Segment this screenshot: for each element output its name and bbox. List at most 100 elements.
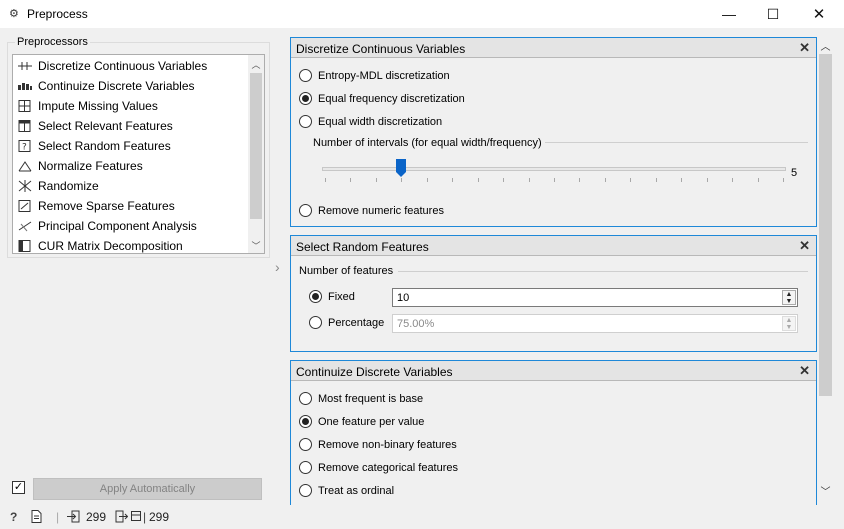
- apply-automatically-checkbox[interactable]: ✓: [12, 481, 25, 494]
- radio-equal-width[interactable]: Equal width discretization: [299, 115, 442, 128]
- normalize-icon: [18, 160, 32, 172]
- radio-remove-categorical[interactable]: Remove categorical features: [299, 461, 458, 474]
- impute-icon: [18, 100, 32, 112]
- radio-fixed[interactable]: Fixed: [309, 290, 355, 303]
- scroll-up-icon[interactable]: ︿: [817, 37, 834, 53]
- preprocessors-group-title: Preprocessors: [15, 36, 90, 48]
- radio-indicator[interactable]: [299, 392, 312, 405]
- remove-sparse-icon: [18, 200, 32, 212]
- radio-indicator[interactable]: [299, 415, 312, 428]
- pca-icon: [18, 220, 32, 232]
- cur-icon: [18, 240, 32, 252]
- scroll-thumb[interactable]: [250, 73, 262, 219]
- random-features-title: Select Random Features: [296, 240, 429, 254]
- input-count: 299: [86, 510, 107, 524]
- output-divider: |: [143, 510, 147, 524]
- list-item-cur[interactable]: CUR Matrix Decomposition: [13, 236, 251, 253]
- slider-tick: [350, 178, 351, 182]
- continuize-close-icon[interactable]: ✕: [799, 363, 810, 379]
- spin-arrows-icon[interactable]: ▲ ▼: [782, 316, 796, 331]
- svg-text:?: ?: [22, 143, 27, 153]
- slider-tick: [579, 178, 580, 182]
- status-divider: |: [56, 510, 60, 524]
- radio-treat-as-ordinal[interactable]: Treat as ordinal: [299, 484, 394, 497]
- list-item-continuize[interactable]: Continuize Discrete Variables: [13, 76, 251, 96]
- slider-tick: [452, 178, 453, 182]
- radio-indicator[interactable]: [309, 290, 322, 303]
- editor-scrollbar[interactable]: ︿ ﹀: [817, 36, 834, 499]
- list-scrollbar[interactable]: ︿ ﹀: [248, 55, 264, 253]
- list-item-impute[interactable]: Impute Missing Values: [13, 96, 251, 116]
- apply-automatically-button[interactable]: Apply Automatically: [33, 478, 262, 500]
- scroll-down-icon[interactable]: ﹀: [817, 482, 834, 498]
- output-table-icon: [131, 510, 142, 525]
- list-item-normalize[interactable]: Normalize Features: [13, 156, 251, 176]
- slider-tick: [554, 178, 555, 182]
- discretize-close-icon[interactable]: ✕: [799, 40, 810, 56]
- discretize-box: Discretize Continuous Variables ✕: [290, 37, 817, 227]
- radio-equal-frequency[interactable]: Equal frequency discretization: [299, 92, 465, 105]
- scroll-up-icon[interactable]: ︿: [248, 56, 264, 72]
- slider-tick: [427, 178, 428, 182]
- minimize-button[interactable]: —: [706, 0, 752, 28]
- radio-indicator[interactable]: [309, 316, 322, 329]
- fixed-count-spinbox[interactable]: 10 ▲ ▼: [392, 288, 798, 307]
- continuize-title: Continuize Discrete Variables: [296, 365, 453, 379]
- slider-tick: [478, 178, 479, 182]
- intervals-label: Number of intervals (for equal width/fre…: [313, 137, 542, 149]
- slider-tick: [732, 178, 733, 182]
- preprocessors-list[interactable]: Discretize Continuous Variables Continui…: [12, 54, 265, 254]
- radio-indicator[interactable]: [299, 204, 312, 217]
- spin-arrows-icon[interactable]: ▲ ▼: [782, 290, 796, 305]
- continuize-header: Continuize Discrete Variables ✕: [291, 361, 816, 381]
- input-data-icon: [67, 510, 80, 526]
- radio-indicator[interactable]: [299, 115, 312, 128]
- report-icon[interactable]: [31, 510, 42, 526]
- close-window-button[interactable]: ✕: [796, 0, 842, 28]
- radio-indicator[interactable]: [299, 438, 312, 451]
- list-item-discretize[interactable]: Discretize Continuous Variables: [13, 56, 251, 76]
- slider-tick: [325, 178, 326, 182]
- slider-tick: [656, 178, 657, 182]
- radio-indicator[interactable]: [299, 92, 312, 105]
- slider-tick: [707, 178, 708, 182]
- number-of-features-separator: [398, 271, 808, 272]
- radio-percentage[interactable]: Percentage: [309, 316, 384, 329]
- intervals-separator: [545, 142, 808, 143]
- random-features-header: Select Random Features ✕: [291, 236, 816, 256]
- radio-indicator[interactable]: [299, 69, 312, 82]
- radio-remove-numeric[interactable]: Remove numeric features: [299, 204, 444, 217]
- intervals-slider-handle[interactable]: [396, 159, 406, 177]
- percentage-spinbox[interactable]: 75.00% ▲ ▼: [392, 314, 798, 333]
- title-bar: ⚙ Preprocess — ☐ ✕: [0, 0, 844, 28]
- list-item-remove-sparse[interactable]: Remove Sparse Features: [13, 196, 251, 216]
- radio-entropy-mdl[interactable]: Entropy-MDL discretization: [299, 69, 450, 82]
- slider-tick: [758, 178, 759, 182]
- list-item-select-relevant[interactable]: Select Relevant Features: [13, 116, 251, 136]
- intervals-slider-track[interactable]: [322, 167, 786, 171]
- window-title: Preprocess: [27, 7, 88, 21]
- number-of-features-label: Number of features: [299, 265, 394, 277]
- status-bar: ? | 299 | 299: [0, 507, 844, 529]
- output-count: 299: [149, 510, 170, 524]
- help-icon[interactable]: ?: [10, 510, 17, 524]
- radio-most-frequent-base[interactable]: Most frequent is base: [299, 392, 423, 405]
- slider-tick: [681, 178, 682, 182]
- discretize-header: Discretize Continuous Variables ✕: [291, 38, 816, 58]
- slider-tick: [605, 178, 606, 182]
- random-features-close-icon[interactable]: ✕: [799, 238, 810, 254]
- list-item-select-random[interactable]: ? Select Random Features: [13, 136, 251, 156]
- randomize-icon: [18, 180, 32, 192]
- scroll-down-icon[interactable]: ﹀: [248, 237, 264, 253]
- radio-indicator[interactable]: [299, 484, 312, 497]
- radio-one-feature-per-value[interactable]: One feature per value: [299, 415, 424, 428]
- app-gear-icon: ⚙: [9, 8, 19, 20]
- list-item-randomize[interactable]: Randomize: [13, 176, 251, 196]
- discretize-icon: [18, 60, 32, 72]
- radio-remove-non-binary[interactable]: Remove non-binary features: [299, 438, 457, 451]
- scroll-thumb[interactable]: [819, 54, 832, 396]
- radio-indicator[interactable]: [299, 461, 312, 474]
- list-item-pca[interactable]: Principal Component Analysis: [13, 216, 251, 236]
- maximize-button[interactable]: ☐: [750, 0, 796, 28]
- output-data-icon: [115, 510, 129, 526]
